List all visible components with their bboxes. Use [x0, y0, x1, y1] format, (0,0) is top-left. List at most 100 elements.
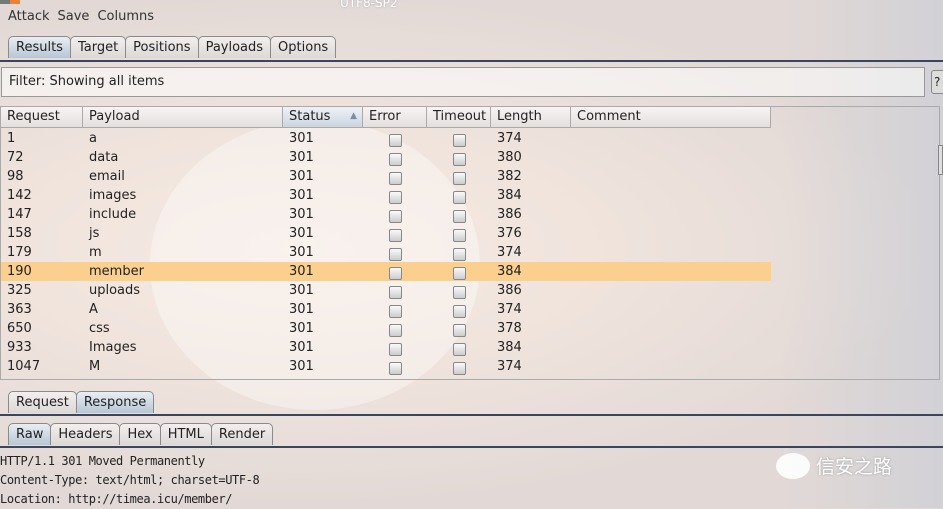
- app-logo-icon: [0, 0, 20, 4]
- col-error[interactable]: Error: [363, 107, 427, 128]
- tab-headers[interactable]: Headers: [50, 423, 121, 445]
- timeout-checkbox[interactable]: [452, 229, 466, 242]
- message-tabs: Request Response: [8, 391, 155, 413]
- error-checkbox[interactable]: [388, 134, 402, 147]
- col-timeout[interactable]: Timeout: [427, 107, 491, 128]
- cell-error: [363, 129, 427, 148]
- view-tabs: Raw Headers Hex HTML Render: [8, 423, 274, 445]
- table-row[interactable]: 1 a 301 374: [1, 129, 771, 148]
- table-row[interactable]: 363 A 301 374: [1, 300, 771, 319]
- error-checkbox[interactable]: [388, 343, 402, 356]
- tab-request[interactable]: Request: [8, 391, 77, 413]
- error-checkbox[interactable]: [388, 210, 402, 223]
- error-checkbox[interactable]: [388, 153, 402, 166]
- error-checkbox[interactable]: [388, 362, 402, 375]
- wechat-icon: [776, 452, 810, 479]
- tab-options[interactable]: Options: [270, 36, 337, 58]
- timeout-checkbox[interactable]: [452, 134, 466, 147]
- cell-request: 650: [7, 321, 32, 336]
- divider: [0, 446, 943, 448]
- timeout-checkbox[interactable]: [452, 267, 466, 280]
- cell-comment: [571, 205, 771, 224]
- cell-status: 301: [289, 340, 314, 355]
- timeout-checkbox[interactable]: [452, 362, 466, 375]
- table-row[interactable]: 325 uploads 301 386: [1, 281, 771, 300]
- cell-request: 72: [7, 150, 24, 165]
- table-row[interactable]: 147 include 301 386: [1, 205, 771, 224]
- tab-target[interactable]: Target: [69, 36, 127, 58]
- cell-length: 374: [497, 359, 522, 374]
- cell-comment: [571, 224, 771, 243]
- cell-timeout: [427, 357, 491, 376]
- cell-length: 378: [497, 321, 522, 336]
- cell-payload: data: [89, 150, 119, 165]
- cell-status: 301: [289, 169, 314, 184]
- tab-html[interactable]: HTML: [159, 423, 212, 445]
- filter-bar[interactable]: Filter: Showing all items: [1, 67, 925, 97]
- timeout-checkbox[interactable]: [452, 324, 466, 337]
- cell-error: [363, 300, 427, 319]
- menu-attack[interactable]: Attack: [8, 9, 50, 24]
- cell-length: 384: [497, 264, 522, 279]
- table-row[interactable]: 158 js 301 376: [1, 224, 771, 243]
- cell-error: [363, 319, 427, 338]
- tab-raw[interactable]: Raw: [8, 423, 52, 445]
- cell-payload: Images: [89, 340, 137, 355]
- cell-error: [363, 167, 427, 186]
- tab-payloads[interactable]: Payloads: [197, 36, 272, 58]
- table-row[interactable]: 98 email 301 382: [1, 167, 771, 186]
- cell-length: 386: [497, 283, 522, 298]
- cell-payload: email: [89, 169, 125, 184]
- cell-comment: [571, 357, 771, 376]
- timeout-checkbox[interactable]: [452, 343, 466, 356]
- error-checkbox[interactable]: [388, 172, 402, 185]
- cell-status: 301: [289, 283, 314, 298]
- cell-request: 933: [7, 340, 32, 355]
- menu-save[interactable]: Save: [58, 9, 90, 24]
- response-body[interactable]: HTTP/1.1 301 Moved Permanently Content-T…: [0, 452, 260, 509]
- response-line: Location: http://timea.icu/member/: [0, 492, 233, 506]
- cell-timeout: [427, 186, 491, 205]
- cell-comment: [571, 262, 771, 281]
- tab-render[interactable]: Render: [210, 423, 274, 445]
- tab-hex[interactable]: Hex: [119, 423, 161, 445]
- cell-timeout: [427, 243, 491, 262]
- error-checkbox[interactable]: [388, 248, 402, 261]
- table-row[interactable]: 190 member 301 384: [1, 262, 771, 281]
- timeout-checkbox[interactable]: [452, 286, 466, 299]
- error-checkbox[interactable]: [388, 305, 402, 318]
- error-checkbox[interactable]: [388, 286, 402, 299]
- cell-payload: include: [89, 207, 137, 222]
- cell-request: 325: [7, 283, 32, 298]
- error-checkbox[interactable]: [388, 324, 402, 337]
- timeout-checkbox[interactable]: [452, 191, 466, 204]
- timeout-checkbox[interactable]: [452, 305, 466, 318]
- table-row[interactable]: 72 data 301 380: [1, 148, 771, 167]
- timeout-checkbox[interactable]: [452, 172, 466, 185]
- timeout-checkbox[interactable]: [452, 153, 466, 166]
- col-status[interactable]: Status ▲: [283, 107, 363, 128]
- timeout-checkbox[interactable]: [452, 210, 466, 223]
- error-checkbox[interactable]: [388, 191, 402, 204]
- cell-comment: [571, 148, 771, 167]
- timeout-checkbox[interactable]: [452, 248, 466, 261]
- table-row[interactable]: 933 Images 301 384: [1, 338, 771, 357]
- menu-columns[interactable]: Columns: [97, 9, 154, 24]
- tab-positions[interactable]: Positions: [125, 36, 199, 58]
- table-scrollbar[interactable]: [938, 145, 943, 175]
- table-row[interactable]: 142 images 301 384: [1, 186, 771, 205]
- tab-response[interactable]: Response: [75, 391, 155, 413]
- tab-results[interactable]: Results: [8, 36, 71, 58]
- table-row[interactable]: 1047 M 301 374: [1, 357, 771, 376]
- col-request[interactable]: Request: [1, 107, 83, 128]
- table-row[interactable]: 650 css 301 378: [1, 319, 771, 338]
- col-payload[interactable]: Payload: [83, 107, 283, 128]
- help-button[interactable]: ?: [931, 70, 943, 94]
- col-length[interactable]: Length: [491, 107, 571, 128]
- cell-status: 301: [289, 226, 314, 241]
- table-row[interactable]: 179 m 301 374: [1, 243, 771, 262]
- col-status-label: Status: [289, 109, 331, 124]
- error-checkbox[interactable]: [388, 267, 402, 280]
- error-checkbox[interactable]: [388, 229, 402, 242]
- col-comment[interactable]: Comment: [571, 107, 771, 128]
